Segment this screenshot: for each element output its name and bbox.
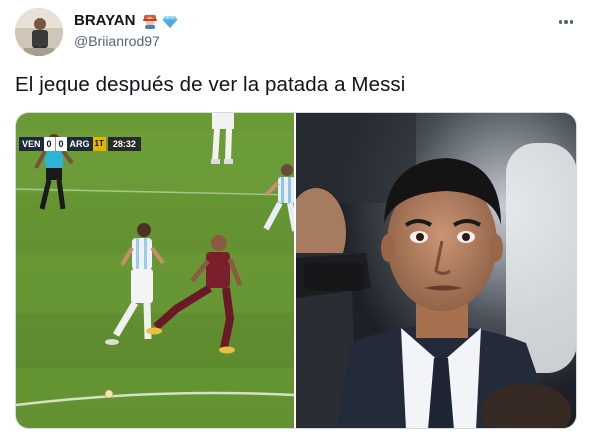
scoreboard-away-team: ARG — [66, 137, 93, 151]
author-avatar[interactable] — [15, 8, 63, 56]
scoreboard: VEN 0 0 ARG 1T 28:32 — [19, 137, 141, 151]
more-options-icon[interactable] — [554, 12, 578, 32]
reaction-photo[interactable] — [296, 113, 576, 428]
scoreboard-home-score: 0 — [43, 137, 55, 151]
tweet-text: El jeque después de ver la patada a Mess… — [15, 73, 406, 96]
author-display-name[interactable]: BRAYAN — [74, 12, 135, 29]
gem-icon — [162, 15, 178, 28]
ball — [104, 389, 114, 399]
dot-icon — [564, 20, 568, 24]
dot-icon — [558, 20, 563, 24]
scoreboard-home-team: VEN — [19, 137, 44, 151]
match-photo[interactable]: VEN 0 0 ARG 1T 28:32 — [16, 113, 294, 428]
scoreboard-clock: 28:32 — [107, 137, 141, 151]
match-photo-illustration — [16, 113, 294, 428]
reaction-photo-illustration — [296, 113, 576, 428]
person-emoji-icon — [143, 14, 158, 29]
scoreboard-half: 1T — [92, 137, 106, 151]
dot-icon — [569, 20, 574, 24]
scoreboard-away-score: 0 — [54, 137, 67, 151]
author-handle[interactable]: @Briianrod97 — [74, 33, 160, 49]
author-name-row[interactable]: BRAYAN — [74, 12, 178, 29]
media-grid: VEN 0 0 ARG 1T 28:32 — [15, 112, 577, 429]
